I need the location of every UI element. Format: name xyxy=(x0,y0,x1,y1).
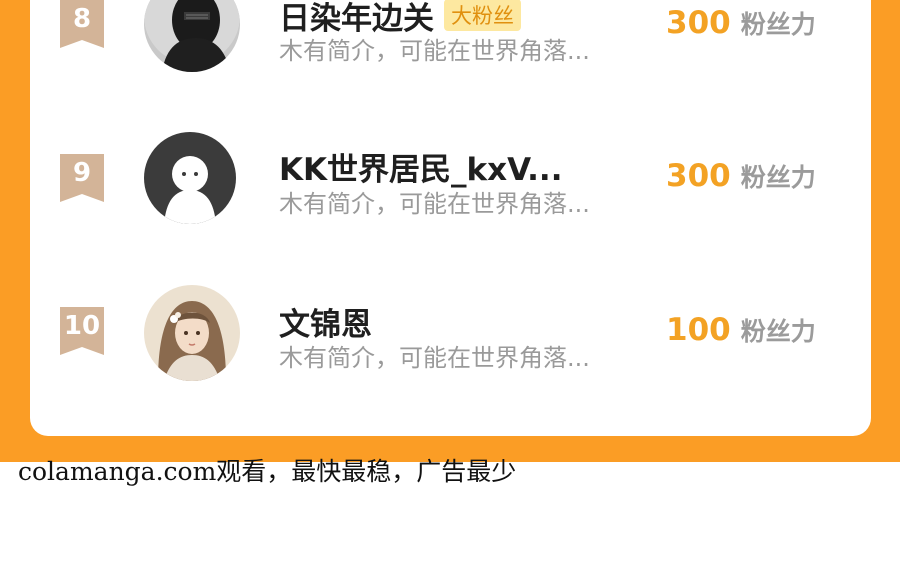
user-bio: 木有简介，可能在世界角落... xyxy=(279,37,590,65)
default-ghost-avatar-icon xyxy=(144,132,236,224)
site-watermark: colamanga.com观看，最快最稳，广告最少 xyxy=(18,457,517,486)
rank-number: 9 xyxy=(72,158,92,188)
rank-badge: 9 xyxy=(60,154,104,202)
score-unit: 粉丝力 xyxy=(740,317,816,346)
rank-number: 10 xyxy=(63,311,101,341)
dark-figure-avatar-icon xyxy=(144,0,240,72)
avatar[interactable] xyxy=(144,0,240,72)
illustrated-girl-avatar-icon xyxy=(144,285,240,381)
avatar[interactable] xyxy=(144,285,240,381)
score-value: 100 xyxy=(666,312,731,348)
avatar[interactable] xyxy=(144,132,236,224)
fan-level-badge: 大粉丝 xyxy=(444,0,521,31)
ranking-row[interactable]: 9 KK世界居民_kxV... 木有简介，可能在世界角落... 300 粉丝力 xyxy=(30,124,871,254)
name-line: 文锦恩 xyxy=(279,299,372,344)
rank-badge: 10 xyxy=(60,307,104,355)
score-unit: 粉丝力 xyxy=(740,163,816,192)
fan-power-score: 300 粉丝力 xyxy=(666,158,816,198)
user-name[interactable]: 文锦恩 xyxy=(279,299,372,344)
score-value: 300 xyxy=(666,158,731,194)
page: 8 日染年边关 大粉丝 木有简介，可能在世界角落... 300 粉丝力 9 KK… xyxy=(0,0,900,565)
rank-badge: 8 xyxy=(60,0,104,48)
ranking-row[interactable]: 8 日染年边关 大粉丝 木有简介，可能在世界角落... 300 粉丝力 xyxy=(30,0,871,100)
name-line: KK世界居民_kxV... xyxy=(279,144,562,189)
score-unit: 粉丝力 xyxy=(740,10,816,39)
user-name[interactable]: KK世界居民_kxV... xyxy=(279,144,562,189)
fan-power-score: 100 粉丝力 xyxy=(666,312,816,352)
user-bio: 木有简介，可能在世界角落... xyxy=(279,190,590,218)
score-value: 300 xyxy=(666,5,731,41)
user-bio: 木有简介，可能在世界角落... xyxy=(279,344,590,372)
name-line: 日染年边关 大粉丝 xyxy=(279,0,521,37)
fan-ranking-card: 8 日染年边关 大粉丝 木有简介，可能在世界角落... 300 粉丝力 9 KK… xyxy=(30,0,871,436)
ranking-row[interactable]: 10 文锦恩 木有简介，可能在世界角落... 100 粉丝力 xyxy=(30,277,871,407)
fan-power-score: 300 粉丝力 xyxy=(666,5,816,45)
rank-number: 8 xyxy=(72,4,92,34)
